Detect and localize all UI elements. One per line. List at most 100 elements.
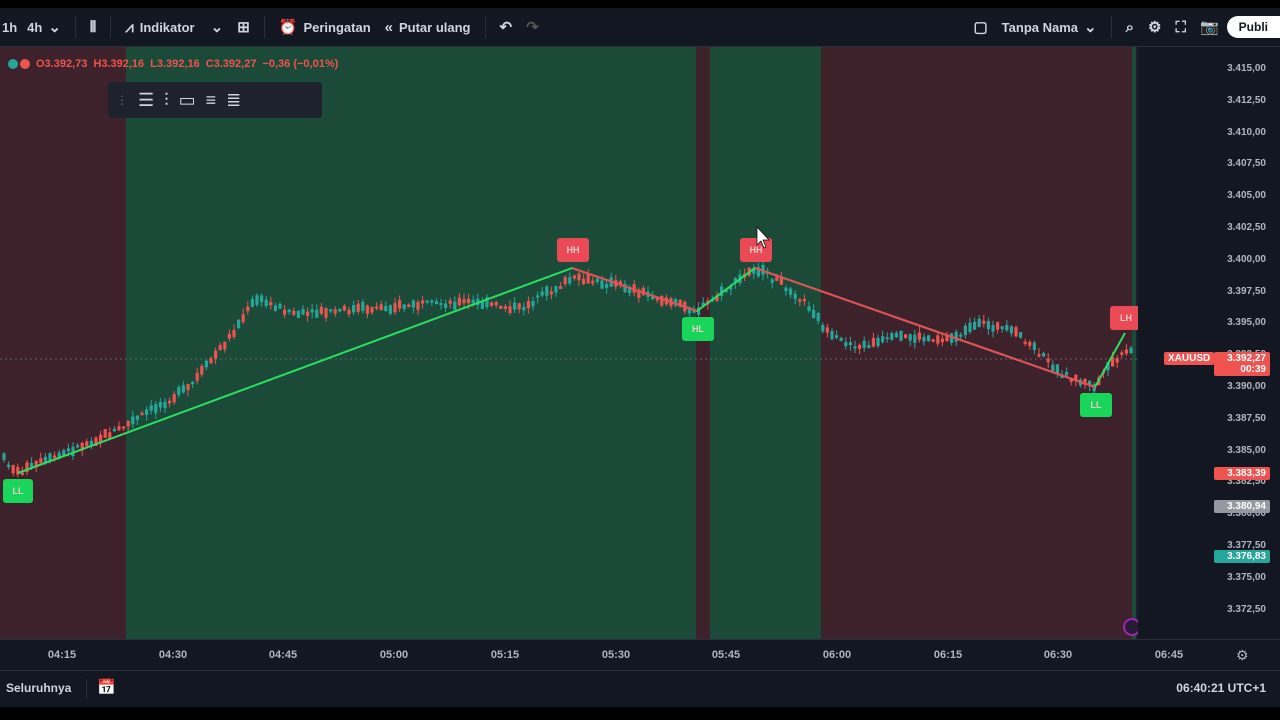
status-dot-icon <box>20 59 30 69</box>
horizontal-lines-icon[interactable]: ☰ <box>138 90 154 111</box>
candle-body <box>117 426 121 431</box>
search-button[interactable]: ⌕ <box>1126 19 1134 36</box>
candle-body <box>269 302 273 306</box>
settings-button[interactable]: ⚙ <box>1148 18 1161 36</box>
candle-body <box>927 335 931 342</box>
time-axis[interactable]: 04:15 04:30 04:45 05:00 05:15 05:30 05:4… <box>0 639 1280 670</box>
candle-body <box>365 305 369 314</box>
snapshot-button[interactable]: 📷 <box>1200 18 1219 36</box>
candle-body <box>39 458 43 464</box>
candle-body <box>499 306 503 309</box>
gear-icon: ⚙ <box>1236 647 1249 663</box>
candle-body <box>835 335 839 339</box>
candle-body <box>582 278 586 285</box>
candle-body <box>549 291 553 295</box>
candle-body <box>411 300 415 308</box>
grid-icon: ⊞ <box>237 19 250 36</box>
candle-body <box>540 291 544 296</box>
candle-body <box>48 453 52 461</box>
candle-body <box>421 300 425 304</box>
candle-body <box>867 345 871 348</box>
drag-handle-icon[interactable]: ⋮ <box>116 93 128 107</box>
bear-zone <box>0 47 126 639</box>
candle-body <box>821 324 825 332</box>
candle-body <box>513 302 517 310</box>
candle-body <box>2 453 6 460</box>
candle-body <box>954 331 958 342</box>
interval-4h-button[interactable]: 4h <box>27 20 42 35</box>
candle-body <box>292 310 296 315</box>
candle-body <box>172 394 176 403</box>
bull-zone <box>1132 47 1136 639</box>
candle-body <box>793 293 797 300</box>
range-all-button[interactable]: Seluruhnya <box>6 681 71 695</box>
candle-body <box>1005 324 1009 331</box>
publish-button[interactable]: Publi <box>1226 16 1280 38</box>
layout-square-icon: ▢ <box>973 19 988 36</box>
price-tick: 3.400,00 <box>1227 253 1266 265</box>
candle-body <box>407 304 411 308</box>
candle-body <box>522 306 526 311</box>
alerts-label: Peringatan <box>303 19 371 35</box>
layout-name: Tanpa Nama <box>1001 19 1079 35</box>
candle-body <box>333 309 337 314</box>
redo-button[interactable]: ↷ <box>526 18 539 36</box>
candle-body <box>844 342 848 347</box>
candle-body <box>545 286 549 296</box>
chart-type-button[interactable]: ⫴ <box>90 19 96 36</box>
candle-body <box>536 295 540 298</box>
alerts-button[interactable]: ⏰ Peringatan <box>279 18 371 36</box>
replay-marker-icon[interactable] <box>1123 618 1138 636</box>
candle-body <box>908 334 912 341</box>
candle-body <box>398 300 402 309</box>
candle-body <box>191 381 195 385</box>
settings-lines-icon[interactable]: ≣ <box>226 90 241 111</box>
interval-dropdown[interactable]: ⌄ <box>48 18 61 36</box>
candle-body <box>1014 327 1018 337</box>
divider <box>263 16 265 38</box>
templates-button[interactable]: ⊞ <box>237 18 250 36</box>
indicators-button[interactable]: ⩘ Indikator ⌄ <box>125 18 223 37</box>
candle-body <box>1009 326 1013 334</box>
candle-body <box>996 322 1000 330</box>
candle-body <box>448 300 452 304</box>
candle-body <box>899 330 903 341</box>
undo-button[interactable]: ↶ <box>500 18 513 36</box>
swing-text-hl: HL <box>692 324 704 334</box>
search-icon: ⌕ <box>1125 18 1134 36</box>
rectangle-tool-icon[interactable]: ▭ <box>179 90 196 111</box>
parallel-channel-icon[interactable]: ≡ <box>206 90 217 111</box>
layout-button[interactable]: ▢ Tanpa Nama ⌄ <box>973 18 1096 36</box>
candle-body <box>283 309 287 315</box>
candle-body <box>126 420 130 427</box>
price-tick: 3.395,00 <box>1227 317 1266 329</box>
interval-1h-button[interactable]: 1h <box>2 20 17 35</box>
fib-tool-icon[interactable]: ⫶ <box>164 90 169 111</box>
candle-body <box>853 346 857 349</box>
candle-body <box>830 330 834 340</box>
go-to-date-button[interactable]: 📅 <box>97 678 116 696</box>
candle-body <box>416 302 420 310</box>
candle-body <box>1019 332 1023 338</box>
bottom-bar: Seluruhnya 📅 06:40:21 UTC+1 <box>0 670 1280 707</box>
redo-icon: ↷ <box>526 19 539 36</box>
axis-settings-button[interactable]: ⚙ <box>1236 647 1249 664</box>
candle-body <box>131 416 135 425</box>
chart-area[interactable]: LL HH HL HH LH LL <box>0 47 1280 639</box>
candle-body <box>973 321 977 330</box>
bear-zone <box>821 47 1132 639</box>
chevron-down-icon: ⌄ <box>48 19 61 36</box>
drawing-toolbar: ⋮ ☰ ⫶ ▭ ≡ ≣ <box>108 82 322 118</box>
candle-body <box>508 306 512 314</box>
clock[interactable]: 06:40:21 UTC+1 <box>1176 681 1266 695</box>
candle-body <box>1115 358 1119 363</box>
price-scale[interactable]: 3.415,00 3.412,50 3.410,00 3.407,50 3.405,00… <box>1138 47 1280 639</box>
price-chart[interactable] <box>0 47 1138 639</box>
candle-body <box>1046 358 1050 363</box>
price-tick: 3.390,00 <box>1227 381 1266 392</box>
fullscreen-button[interactable]: ⛶ <box>1175 19 1186 36</box>
candle-body <box>1028 341 1032 346</box>
candle-body <box>181 385 185 393</box>
candle-body <box>273 305 277 312</box>
replay-button[interactable]: « Putar ulang <box>385 19 471 36</box>
